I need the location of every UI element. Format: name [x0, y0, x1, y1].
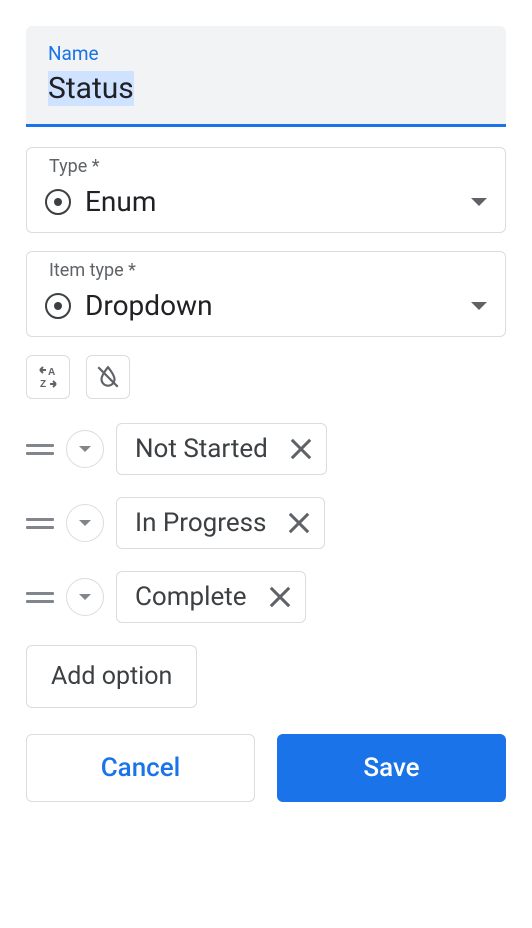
color-off-icon — [95, 364, 121, 390]
sort-az-button[interactable]: A Z — [26, 355, 70, 399]
footer-buttons: Cancel Save — [26, 734, 506, 802]
option-chip[interactable]: In Progress — [116, 497, 325, 549]
item-type-value: Dropdown — [85, 289, 213, 322]
color-off-button[interactable] — [86, 355, 130, 399]
option-expand-button[interactable] — [66, 504, 104, 542]
type-value: Enum — [85, 185, 156, 218]
name-field[interactable]: Name Status — [26, 26, 506, 127]
save-button[interactable]: Save — [277, 734, 506, 802]
type-field[interactable]: Type * Enum — [26, 147, 506, 233]
name-label: Name — [48, 42, 484, 65]
option-chip[interactable]: Not Started — [116, 423, 327, 475]
option-label: Complete — [135, 582, 247, 612]
option-expand-button[interactable] — [66, 430, 104, 468]
enum-icon — [45, 189, 71, 215]
sort-az-icon: A Z — [36, 365, 60, 389]
type-label: Type * — [45, 152, 487, 179]
enum-icon — [45, 293, 71, 319]
drag-handle-icon[interactable] — [26, 444, 54, 455]
chevron-down-icon — [471, 302, 487, 310]
svg-text:Z: Z — [40, 379, 46, 389]
add-option-button[interactable]: Add option — [26, 645, 197, 708]
chevron-down-icon — [79, 594, 91, 600]
name-input-value[interactable]: Status — [48, 71, 134, 106]
drag-handle-icon[interactable] — [26, 592, 54, 603]
drag-handle-icon[interactable] — [26, 518, 54, 529]
chevron-down-icon — [79, 520, 91, 526]
option-row: Complete — [26, 571, 506, 623]
option-row: Not Started — [26, 423, 506, 475]
remove-option-icon[interactable] — [288, 436, 314, 462]
option-label: In Progress — [135, 508, 266, 538]
remove-option-icon[interactable] — [286, 510, 312, 536]
item-type-label: Item type * — [45, 256, 487, 283]
options-toolbar: A Z — [26, 355, 506, 399]
option-row: In Progress — [26, 497, 506, 549]
option-expand-button[interactable] — [66, 578, 104, 616]
svg-text:A: A — [48, 367, 55, 378]
option-chip[interactable]: Complete — [116, 571, 306, 623]
cancel-button[interactable]: Cancel — [26, 734, 255, 802]
chevron-down-icon — [471, 198, 487, 206]
item-type-field[interactable]: Item type * Dropdown — [26, 251, 506, 337]
chevron-down-icon — [79, 446, 91, 452]
option-label: Not Started — [135, 434, 268, 464]
remove-option-icon[interactable] — [267, 584, 293, 610]
